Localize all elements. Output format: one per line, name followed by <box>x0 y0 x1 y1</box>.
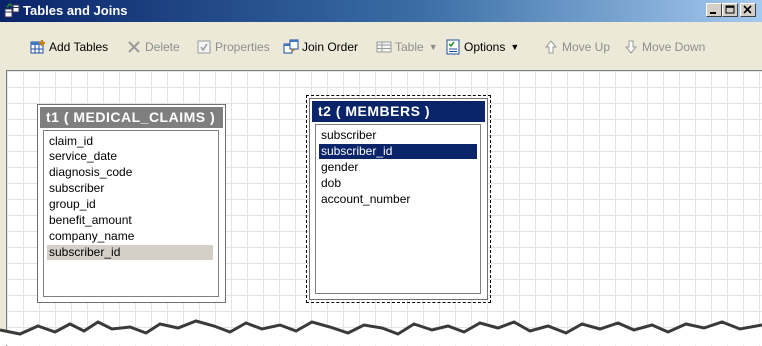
list-item-selected[interactable]: subscriber_id <box>319 144 477 159</box>
list-item[interactable]: subscriber <box>47 181 213 196</box>
delete-x-icon <box>126 39 142 55</box>
move-down-button[interactable]: Move Down <box>623 38 705 56</box>
list-item[interactable]: group_id <box>47 197 213 212</box>
add-tables-label: Add Tables <box>49 40 109 54</box>
window-title: Tables and Joins <box>23 3 128 18</box>
list-item[interactable]: diagnosis_code <box>47 165 213 180</box>
close-icon[interactable] <box>740 3 756 17</box>
delete-label: Delete <box>145 40 180 54</box>
toolbar: Add Tables Delete Properties Join Order <box>0 22 762 68</box>
list-item-highlighted[interactable]: subscriber_id <box>47 245 213 260</box>
properties-icon <box>196 39 212 55</box>
add-tables-button[interactable]: Add Tables <box>30 38 108 56</box>
torn-edge-decoration <box>0 319 762 345</box>
options-dropdown-button[interactable]: Options ▼ <box>445 38 519 56</box>
properties-button[interactable]: Properties <box>196 38 270 56</box>
list-item[interactable]: account_number <box>319 192 477 207</box>
add-tables-icon <box>30 39 46 55</box>
list-item[interactable]: dob <box>319 176 477 191</box>
table-icon <box>376 39 392 55</box>
table-medical-claims[interactable]: t1 ( MEDICAL_CLAIMS ) claim_id service_d… <box>37 104 226 303</box>
join-canvas[interactable]: t1 ( MEDICAL_CLAIMS ) claim_id service_d… <box>6 70 762 346</box>
list-item[interactable]: benefit_amount <box>47 213 213 228</box>
table-label: Table <box>395 40 424 54</box>
title-bar[interactable]: Tables and Joins <box>0 0 762 22</box>
tables-and-joins-window: Tables and Joins Add Tables Delete Prope… <box>0 0 762 346</box>
minimize-icon[interactable] <box>706 3 722 17</box>
maximize-icon[interactable] <box>722 3 738 17</box>
field-list[interactable]: claim_id service_date diagnosis_code sub… <box>43 130 219 297</box>
table-members[interactable]: t2 ( MEMBERS ) subscriber subscriber_id … <box>306 95 491 303</box>
properties-label: Properties <box>215 40 270 54</box>
list-item[interactable]: service_date <box>47 149 213 164</box>
list-item[interactable]: gender <box>319 160 477 175</box>
list-item[interactable]: subscriber <box>319 128 477 143</box>
delete-button[interactable]: Delete <box>126 38 180 56</box>
join-order-icon <box>283 39 299 55</box>
list-item[interactable]: company_name <box>47 229 213 244</box>
table-title[interactable]: t2 ( MEMBERS ) <box>312 101 485 122</box>
table-title[interactable]: t1 ( MEDICAL_CLAIMS ) <box>40 107 223 128</box>
join-order-button[interactable]: Join Order <box>283 38 358 56</box>
move-up-label: Move Up <box>562 40 611 54</box>
chevron-down-icon: ▼ <box>510 42 520 52</box>
options-label: Options <box>464 40 506 54</box>
arrow-up-icon <box>543 39 559 55</box>
move-up-button[interactable]: Move Up <box>543 38 610 56</box>
table-dropdown-button[interactable]: Table ▼ <box>376 38 438 56</box>
list-item[interactable]: claim_id <box>47 134 213 149</box>
tables-joins-icon <box>4 2 20 19</box>
join-order-label: Join Order <box>302 40 359 54</box>
chevron-down-icon: ▼ <box>428 42 438 52</box>
field-list[interactable]: subscriber subscriber_id gender dob acco… <box>315 124 481 294</box>
move-down-label: Move Down <box>642 40 706 54</box>
arrow-down-icon <box>623 39 639 55</box>
options-icon <box>445 39 461 55</box>
